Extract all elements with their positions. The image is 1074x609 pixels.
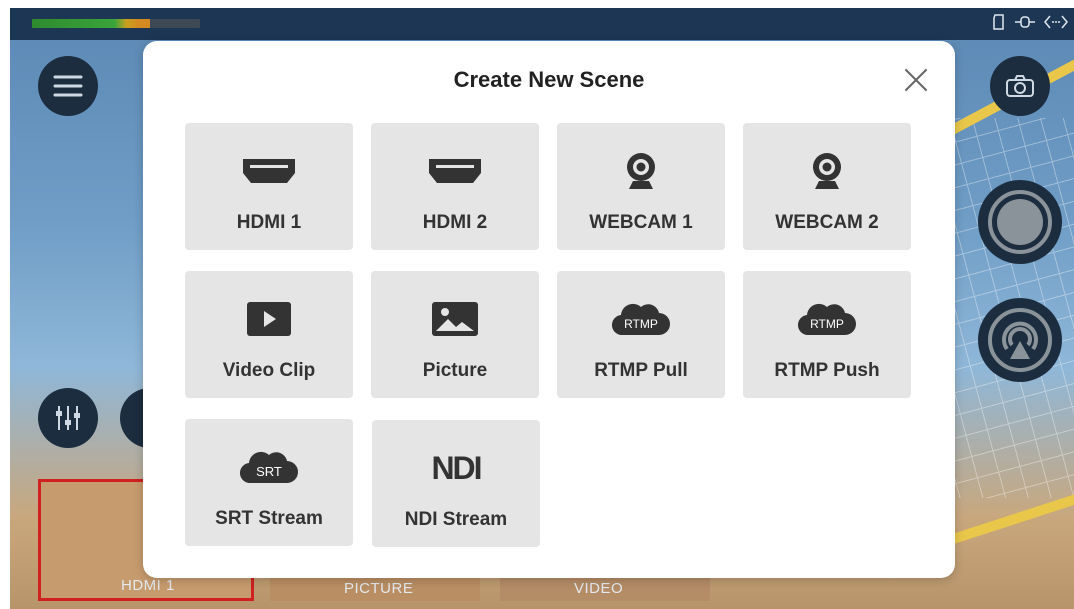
- audio-level-meter: [32, 19, 200, 28]
- source-tile-webcam-2[interactable]: WEBCAM 2: [743, 123, 911, 250]
- sliders-icon: [56, 406, 80, 430]
- source-tile-label: SRT Stream: [215, 508, 323, 529]
- hdmi-icon: [243, 159, 295, 183]
- play-icon: [247, 302, 291, 336]
- sd-card-icon: [992, 14, 1006, 33]
- source-tile-label: Video Clip: [222, 360, 316, 381]
- rtmp-cloud-icon: RTMP: [797, 303, 856, 336]
- source-tile-label: HDMI 2: [422, 212, 488, 233]
- stream-button[interactable]: [978, 298, 1062, 382]
- network-arrows-icon: [1044, 14, 1068, 33]
- record-button[interactable]: [978, 180, 1062, 264]
- rtmp-cloud-icon: RTMP: [611, 303, 670, 336]
- close-icon[interactable]: [901, 65, 931, 95]
- power-plug-icon: [1014, 14, 1036, 33]
- scene-thumbnail-label: HDMI 1: [121, 577, 175, 594]
- create-scene-dialog: Create New Scene HDMI 1 HDMI 2 WEBCAM 1 …: [143, 41, 955, 578]
- source-tile-srt-stream[interactable]: SRT SRT Stream: [185, 419, 353, 546]
- camera-icon: [1006, 75, 1034, 97]
- source-tile-video-clip[interactable]: Video Clip: [185, 271, 353, 398]
- scene-thumbnail-label: PICTURE: [344, 580, 414, 597]
- source-tile-hdmi-1[interactable]: HDMI 1: [185, 123, 353, 250]
- audio-mixer-button[interactable]: [38, 388, 98, 448]
- hamburger-icon: [53, 75, 83, 97]
- source-tile-webcam-1[interactable]: WEBCAM 1: [557, 123, 725, 250]
- source-tile-rtmp-push[interactable]: RTMP RTMP Push: [743, 271, 911, 398]
- source-tile-rtmp-pull[interactable]: RTMP RTMP Pull: [557, 271, 725, 398]
- srt-cloud-icon: SRT: [239, 451, 298, 484]
- source-tile-label: NDI Stream: [404, 509, 508, 530]
- hdmi-icon: [429, 159, 481, 183]
- status-icons: [992, 14, 1068, 33]
- webcam-icon: [627, 153, 655, 189]
- source-tile-label: WEBCAM 1: [589, 212, 693, 233]
- srt-badge-text: SRT: [256, 464, 282, 479]
- rtmp-badge-text: RTMP: [810, 317, 844, 331]
- ndi-logo-icon: NDI: [431, 449, 482, 486]
- status-bar: [10, 8, 1074, 40]
- source-tile-label: HDMI 1: [236, 212, 302, 233]
- source-tile-hdmi-2[interactable]: HDMI 2: [371, 123, 539, 250]
- broadcast-icon: [988, 308, 1052, 372]
- rtmp-badge-text: RTMP: [624, 317, 658, 331]
- record-icon: [988, 190, 1052, 254]
- source-tile-picture[interactable]: Picture: [371, 271, 539, 398]
- menu-button[interactable]: [38, 56, 98, 116]
- source-tile-label: WEBCAM 2: [775, 212, 879, 233]
- source-tile-label: RTMP Push: [774, 360, 880, 381]
- source-tile-ndi-stream[interactable]: NDI NDI Stream: [372, 420, 540, 547]
- image-icon: [432, 302, 478, 336]
- webcam-icon: [813, 153, 841, 189]
- source-tile-label: RTMP Pull: [594, 360, 688, 381]
- source-tile-label: Picture: [422, 360, 488, 381]
- scene-thumbnail-label: VIDEO: [574, 580, 624, 597]
- dialog-title: Create New Scene: [453, 67, 645, 92]
- snapshot-button[interactable]: [990, 56, 1050, 116]
